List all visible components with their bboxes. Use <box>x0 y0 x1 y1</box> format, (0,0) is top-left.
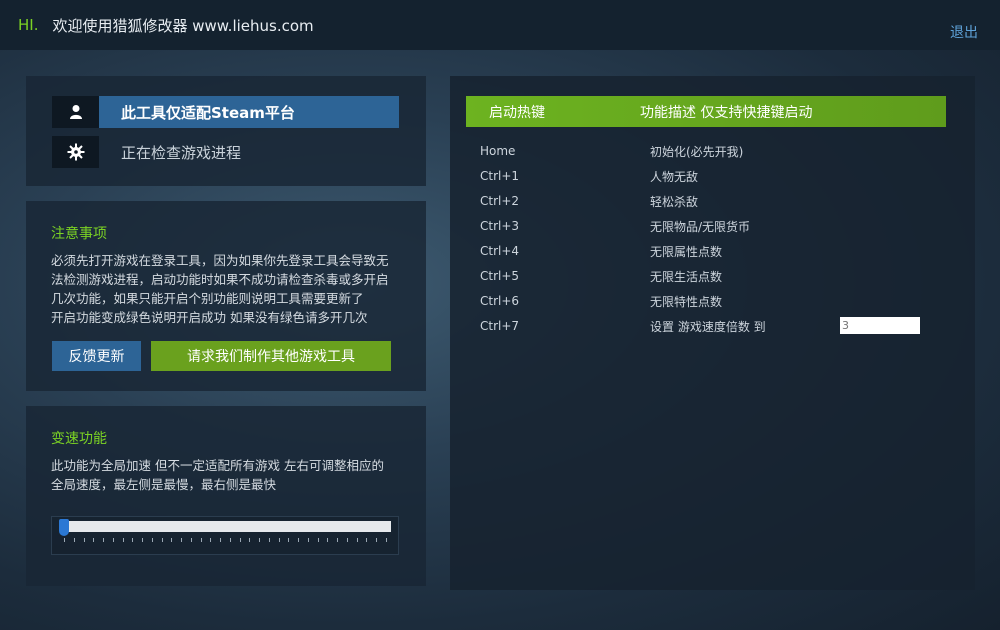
slider-tick <box>93 538 94 542</box>
hotkey-desc: 人物无敌 <box>650 169 699 184</box>
slider-tick <box>357 538 358 542</box>
hotkey-row: Ctrl+2 轻松杀敌 <box>480 191 920 211</box>
hotkey-desc: 无限属性点数 <box>650 244 723 259</box>
slider-tick <box>376 538 377 542</box>
notice-title: 注意事项 <box>51 226 107 242</box>
slider-tick <box>162 538 163 542</box>
user-icon <box>52 96 99 128</box>
speed-panel: 变速功能 此功能为全局加速 但不一定适配所有游戏 左右可调整相应的 全局速度，最… <box>26 406 426 586</box>
hotkey-desc: 初始化(必先开我) <box>650 144 744 159</box>
slider-tick <box>191 538 192 542</box>
exit-link[interactable]: 退出 <box>950 22 978 42</box>
slider-tick <box>327 538 328 542</box>
slider-tick <box>308 538 309 542</box>
slider-tick <box>64 538 65 542</box>
process-label: 正在检查游戏进程 <box>121 143 242 162</box>
notice-text: 必须先打开游戏在登录工具，因为如果你先登录工具会导致无 法检测游戏进程，启动功能… <box>51 251 411 327</box>
notice-line: 必须先打开游戏在登录工具，因为如果你先登录工具会导致无 <box>51 253 389 268</box>
slider-tick <box>347 538 348 542</box>
hotkey-row: Ctrl+6 无限特性点数 <box>480 291 920 311</box>
speed-multiplier-input[interactable] <box>840 317 920 334</box>
notice-panel: 注意事项 必须先打开游戏在登录工具，因为如果你先登录工具会导致无 法检测游戏进程… <box>26 201 426 391</box>
hotkey-key: Ctrl+3 <box>480 219 520 233</box>
status-panel: 此工具仅适配Steam平台 正在检查游戏进程 <box>26 76 426 186</box>
slider-tick <box>318 538 319 542</box>
app-title: 欢迎使用猎狐修改器 www.liehus.com <box>52 16 314 35</box>
hotkey-key: Ctrl+2 <box>480 194 520 208</box>
notice-line: 几次功能，如果只能开启个别功能则说明工具需要更新了 <box>51 291 364 306</box>
speed-line: 此功能为全局加速 但不一定适配所有游戏 左右可调整相应的 <box>51 458 384 473</box>
slider-tick <box>366 538 367 542</box>
slider-tick <box>249 538 250 542</box>
slider-tick <box>103 538 104 542</box>
gear-icon <box>52 136 99 168</box>
notice-line: 法检测游戏进程，启动功能时如果不成功请检查杀毒或多开启 <box>51 272 389 287</box>
slider-tick <box>142 538 143 542</box>
hotkey-row: Ctrl+5 无限生活点数 <box>480 266 920 286</box>
slider-track[interactable] <box>60 521 391 532</box>
hotkey-row: Ctrl+3 无限物品/无限货币 <box>480 216 920 236</box>
speed-slider[interactable] <box>51 516 399 555</box>
slider-thumb[interactable] <box>59 519 69 536</box>
slider-tick <box>337 538 338 542</box>
hotkey-row: Home 初始化(必先开我) <box>480 141 920 161</box>
slider-tick <box>220 538 221 542</box>
slider-tick <box>279 538 280 542</box>
hotkey-desc: 无限特性点数 <box>650 294 723 309</box>
slider-tick <box>259 538 260 542</box>
slider-tick <box>113 538 114 542</box>
slider-tick <box>74 538 75 542</box>
hotkey-key: Ctrl+4 <box>480 244 520 258</box>
greeting: HI. <box>18 16 39 34</box>
process-row: 正在检查游戏进程 <box>52 136 241 168</box>
hotkey-key: Ctrl+1 <box>480 169 520 183</box>
hotkey-key: Ctrl+5 <box>480 269 520 283</box>
hotkey-desc: 无限物品/无限货币 <box>650 219 751 234</box>
slider-tick <box>132 538 133 542</box>
platform-label: 此工具仅适配Steam平台 <box>99 96 399 128</box>
slider-tick <box>171 538 172 542</box>
slider-tick <box>230 538 231 542</box>
slider-tick <box>181 538 182 542</box>
feedback-button[interactable]: 反馈更新 <box>52 341 141 371</box>
top-bar: HI. 欢迎使用猎狐修改器 www.liehus.com 退出 <box>0 0 1000 50</box>
slider-tick <box>240 538 241 542</box>
slider-tick <box>201 538 202 542</box>
slider-tick <box>84 538 85 542</box>
notice-line: 开启功能变成绿色说明开启成功 如果没有绿色请多开几次 <box>51 310 368 325</box>
hotkey-row: Ctrl+4 无限属性点数 <box>480 241 920 261</box>
speed-description: 此功能为全局加速 但不一定适配所有游戏 左右可调整相应的 全局速度，最左侧是最慢… <box>51 456 411 494</box>
speed-title: 变速功能 <box>51 431 107 447</box>
hotkey-desc: 设置 游戏速度倍数 到 <box>650 319 766 334</box>
slider-tick <box>123 538 124 542</box>
slider-tick <box>288 538 289 542</box>
slider-ticks <box>64 538 387 544</box>
hotkey-key: Home <box>480 144 516 158</box>
platform-row: 此工具仅适配Steam平台 <box>52 96 399 128</box>
hotkey-header: 启动热键 功能描述 仅支持快捷键启动 <box>466 96 946 127</box>
slider-tick <box>298 538 299 542</box>
slider-tick <box>210 538 211 542</box>
hotkey-desc: 无限生活点数 <box>650 269 723 284</box>
speed-line: 全局速度，最左侧是最慢，最右侧是最快 <box>51 477 277 492</box>
slider-tick <box>152 538 153 542</box>
col-header-desc: 功能描述 仅支持快捷键启动 <box>640 104 813 121</box>
slider-tick <box>269 538 270 542</box>
col-header-key: 启动热键 <box>489 104 545 121</box>
hotkey-key: Ctrl+6 <box>480 294 520 308</box>
hotkey-row: Ctrl+1 人物无敌 <box>480 166 920 186</box>
hotkey-desc: 轻松杀敌 <box>650 194 699 209</box>
hotkey-key: Ctrl+7 <box>480 319 520 333</box>
request-tool-button[interactable]: 请求我们制作其他游戏工具 <box>151 341 391 371</box>
hotkey-panel: 启动热键 功能描述 仅支持快捷键启动 Home 初始化(必先开我) Ctrl+1… <box>450 76 975 590</box>
slider-tick <box>386 538 387 542</box>
